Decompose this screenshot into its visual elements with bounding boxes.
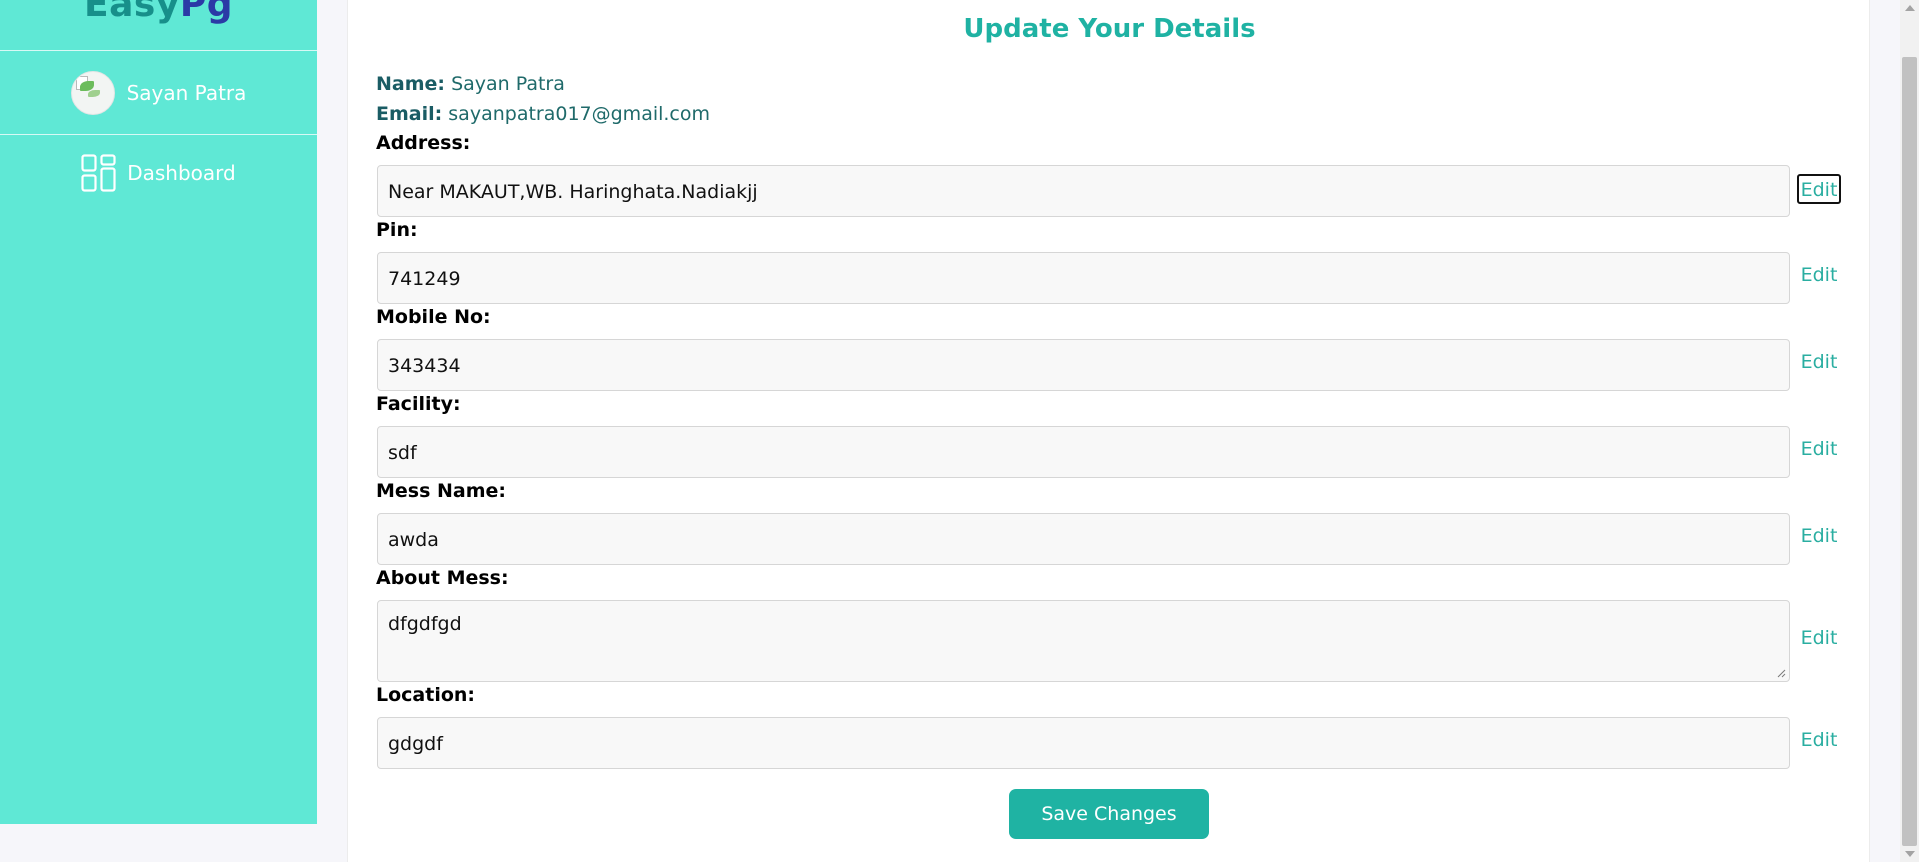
location-input[interactable]: gdgdf (377, 717, 1790, 769)
pin-label: Pin: (376, 219, 418, 241)
location-label: Location: (376, 684, 476, 706)
save-changes-button[interactable]: Save Changes (1009, 789, 1209, 839)
about-mess-value: dfgdfgd (388, 613, 462, 635)
edit-pin-button[interactable]: Edit (1797, 261, 1841, 291)
brand-logo[interactable]: EasyPg (0, 0, 317, 25)
address-input[interactable]: Near MAKAUT,WB. Haringhata.Nadiakjj (377, 165, 1790, 217)
avatar-leaf-shape (79, 80, 94, 91)
page-scrollbar[interactable] (1900, 0, 1919, 862)
edit-about-mess-button[interactable]: Edit (1797, 624, 1841, 654)
address-label: Address: (376, 132, 471, 154)
about-mess-label: About Mess: (376, 567, 509, 589)
edit-facility-button[interactable]: Edit (1797, 435, 1841, 465)
sidebar-user-profile[interactable]: Sayan Patra (0, 51, 317, 134)
page-title: Update Your Details (963, 14, 1256, 44)
edit-location-button[interactable]: Edit (1797, 726, 1841, 756)
sidebar-user-name: Sayan Patra (126, 80, 247, 105)
mobile-input[interactable]: 343434 (377, 339, 1790, 391)
name-key: Name: (376, 73, 446, 95)
mess-name-input[interactable]: awda (377, 513, 1790, 565)
name-value: Sayan Patra (451, 73, 565, 95)
sidebar-item-dashboard[interactable]: Dashboard (0, 150, 317, 196)
user-name-line: Name: Sayan Patra (376, 73, 565, 95)
mess-name-label: Mess Name: (376, 480, 507, 502)
edit-mess-name-button[interactable]: Edit (1797, 522, 1841, 552)
sidebar-divider (0, 134, 317, 135)
facility-label: Facility: (376, 393, 461, 415)
scroll-up-arrow-icon[interactable] (1905, 5, 1915, 11)
edit-mobile-button[interactable]: Edit (1797, 348, 1841, 378)
dashboard-icon (81, 154, 116, 192)
sidebar: EasyPg Sayan Patra Dashboard (0, 0, 317, 824)
brand-logo-part1: Easy (84, 0, 180, 25)
resize-grip-icon[interactable] (1777, 669, 1786, 678)
avatar[interactable] (70, 70, 115, 115)
avatar-leaf-shape (87, 89, 100, 97)
email-key: Email: (376, 103, 443, 125)
about-mess-textarea[interactable]: dfgdfgd (377, 600, 1790, 682)
edit-address-button[interactable]: Edit (1797, 174, 1841, 204)
main-panel: Update Your Details Name: Sayan Patra Em… (347, 0, 1870, 862)
brand-logo-part2: Pg (179, 0, 233, 25)
scroll-thumb[interactable] (1902, 57, 1917, 846)
scroll-down-arrow-icon[interactable] (1905, 851, 1915, 857)
facility-input[interactable]: sdf (377, 426, 1790, 478)
mobile-label: Mobile No: (376, 306, 491, 328)
pin-input[interactable]: 741249 (377, 252, 1790, 304)
sidebar-item-label: Dashboard (127, 161, 236, 185)
email-value: sayanpatra017@gmail.com (448, 103, 711, 125)
user-email-line: Email: sayanpatra017@gmail.com (376, 103, 710, 125)
